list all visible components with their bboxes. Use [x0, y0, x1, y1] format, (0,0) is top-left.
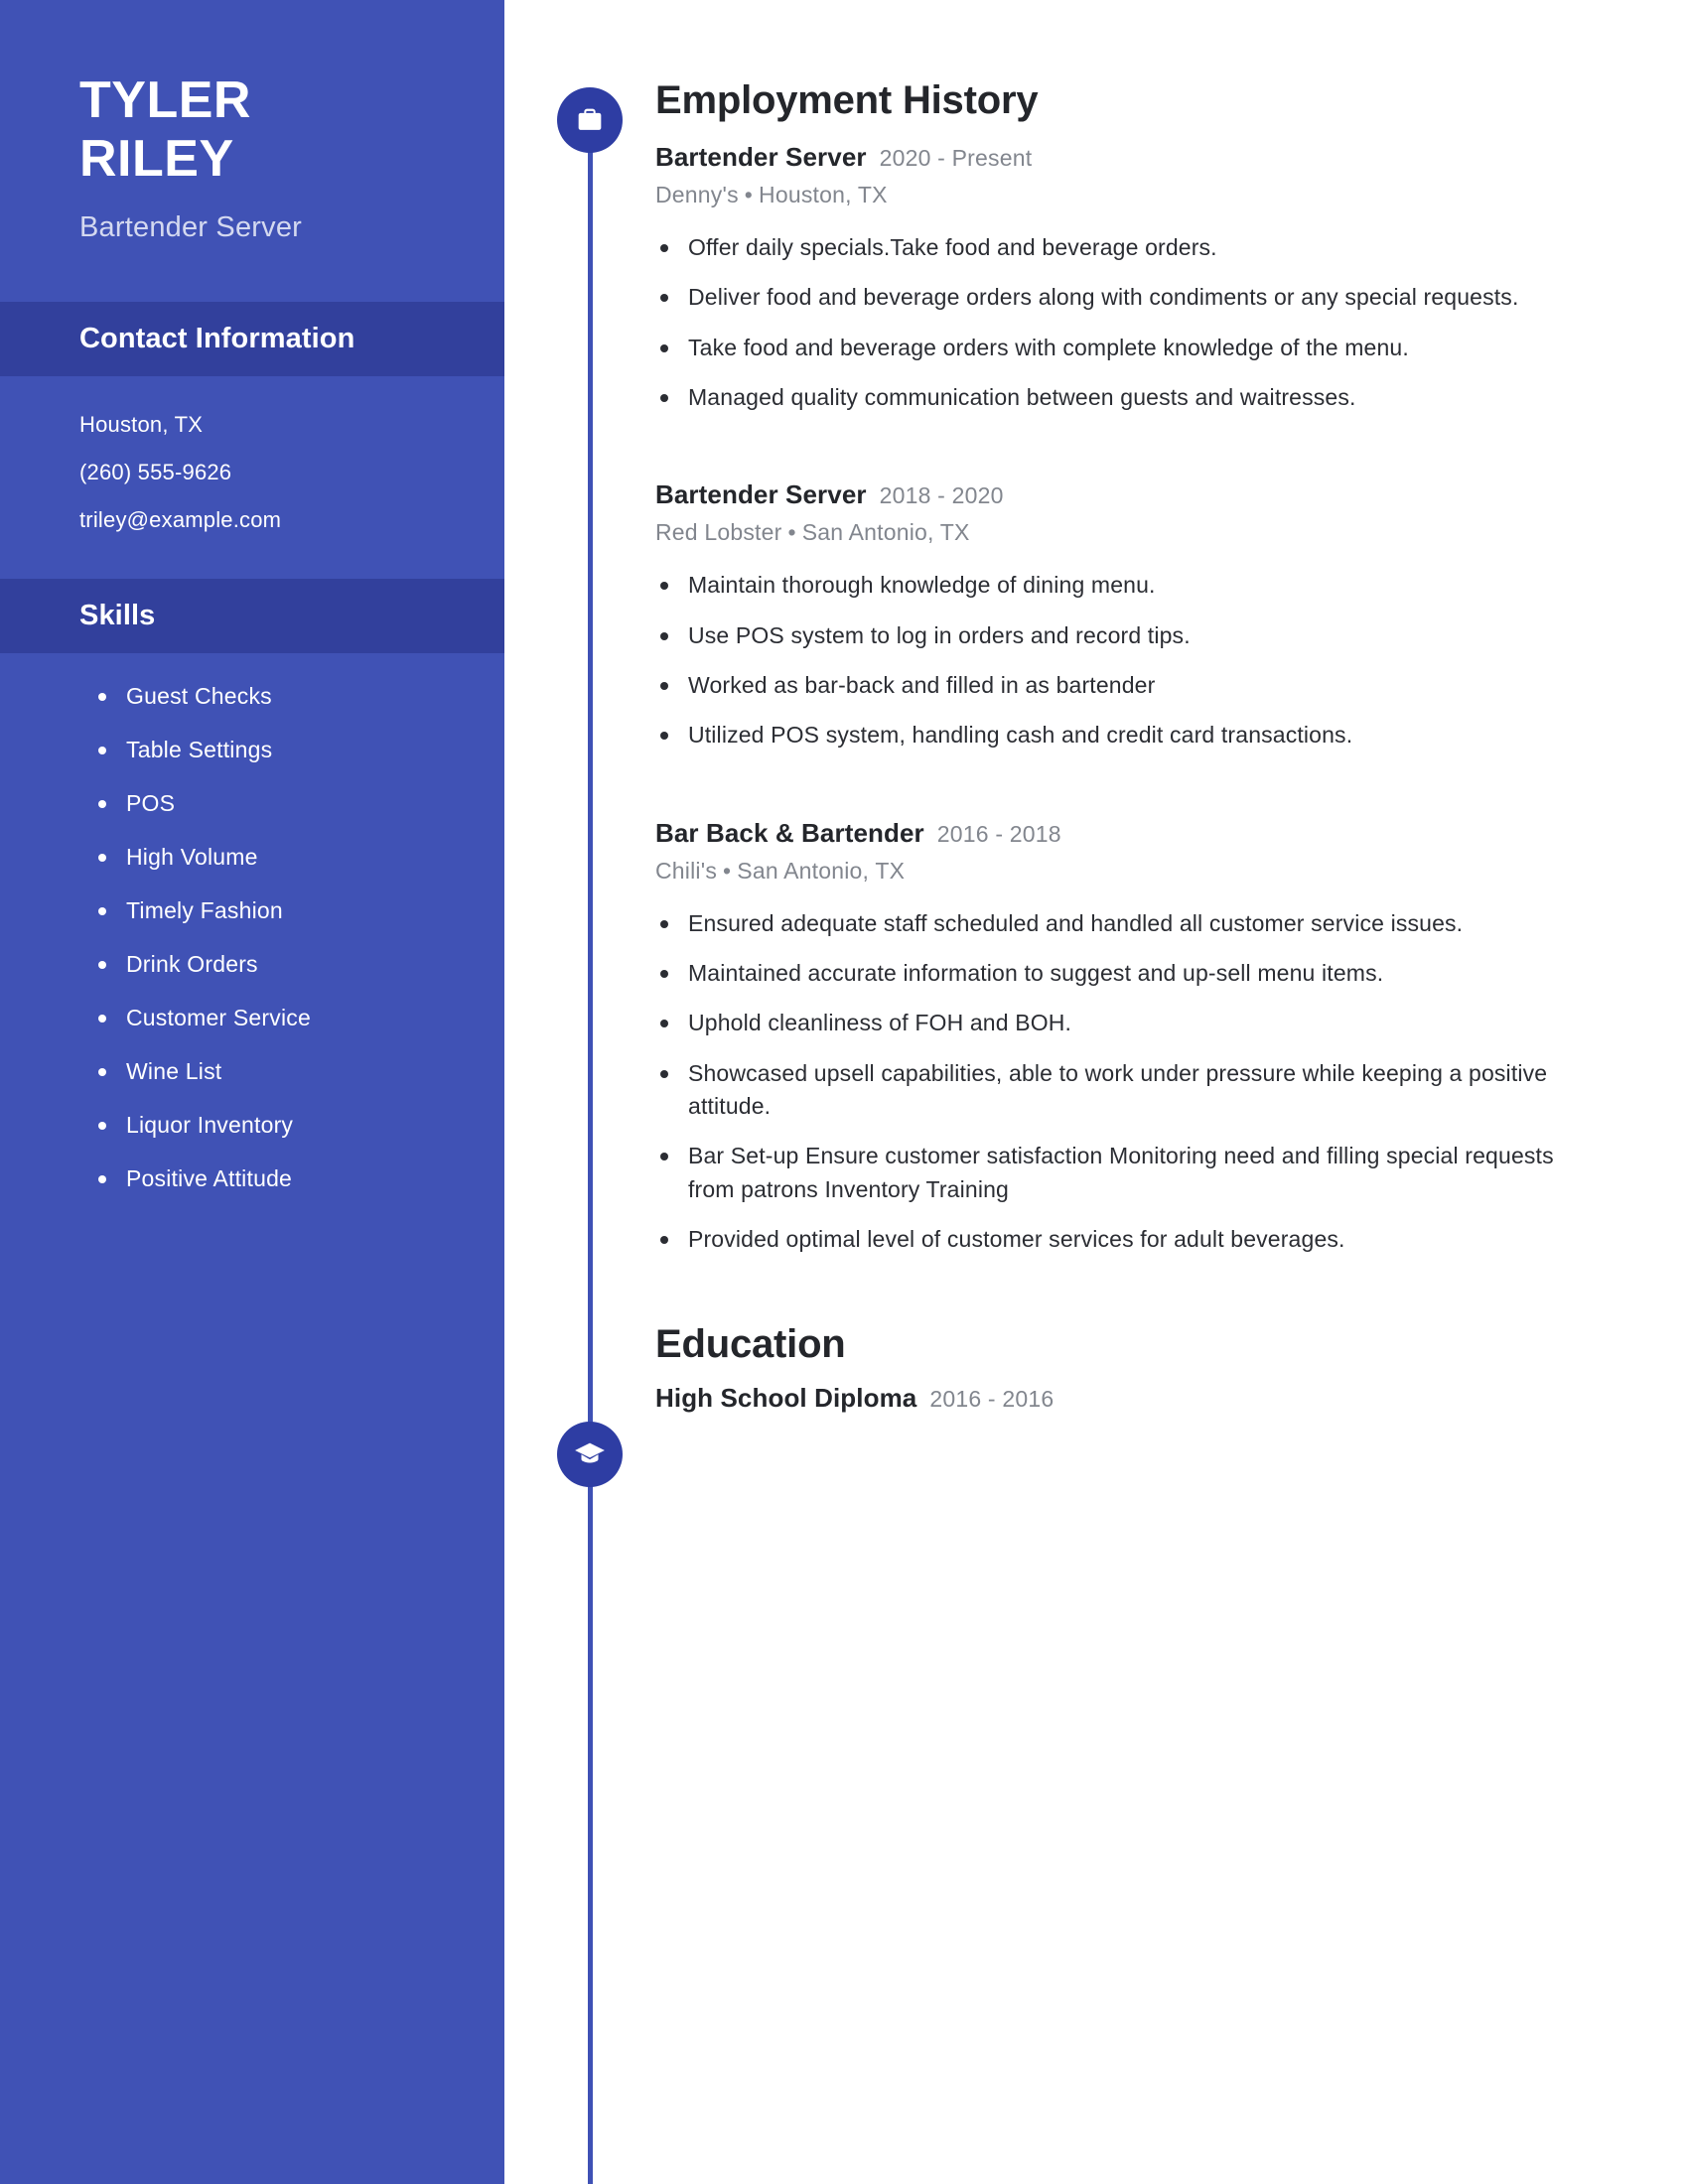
employment-role: Bartender Server — [655, 142, 867, 172]
bullet-item: Maintain thorough knowledge of dining me… — [655, 569, 1589, 602]
entry-spacer — [655, 769, 1589, 796]
employment-bullets: Maintain thorough knowledge of dining me… — [655, 569, 1589, 751]
employment-meta: Chili's • San Antonio, TX — [655, 858, 1589, 885]
bullet-item: Uphold cleanliness of FOH and BOH. — [655, 1007, 1589, 1039]
contact-location: Houston, TX — [79, 411, 204, 437]
contact-email[interactable]: triley@example.com — [79, 508, 504, 531]
sidebar-job-title: Bartender Server — [79, 210, 303, 243]
contact-information-header: Contact Information — [0, 301, 504, 376]
bullet-item: Ensured adequate staff scheduled and han… — [655, 907, 1589, 940]
education-title: Education — [655, 1321, 846, 1366]
skills-header: Skills — [0, 578, 504, 653]
employment-location: Houston, TX — [759, 182, 888, 207]
entry-spacer — [655, 431, 1589, 458]
bullet-item: Bar Set-up Ensure customer satisfaction … — [655, 1140, 1589, 1206]
employment-entry-head: Bartender Server 2020 - Present — [655, 142, 1589, 173]
employment-history-section: Employment History Bartender Server 2020… — [655, 0, 1589, 1257]
employment-entry: Bar Back & Bartender 2016 - 2018 Chili's… — [655, 818, 1589, 1257]
education-entry: High School Diploma 2016 - 2016 — [655, 1383, 1589, 1414]
skill-item: Customer Service — [94, 1005, 504, 1031]
skills-list: Guest Checks Table Settings POS High Vol… — [0, 653, 504, 1192]
skill-item: High Volume — [94, 844, 504, 871]
bullet-item: Worked as bar-back and filled in as bart… — [655, 669, 1589, 702]
employment-company: Chili's — [655, 857, 718, 884]
employment-company: Denny's — [655, 182, 739, 207]
employment-role: Bar Back & Bartender — [655, 817, 924, 848]
contact-phone[interactable]: (260) 555-9626 — [79, 461, 504, 483]
bullet-item: Take food and beverage orders with compl… — [655, 332, 1589, 364]
bullet-item: Provided optimal level of customer servi… — [655, 1223, 1589, 1256]
employment-bullets: Offer daily specials.Take food and bever… — [655, 231, 1589, 414]
employment-dates: 2020 - Present — [879, 145, 1033, 171]
timeline-line — [588, 119, 593, 2184]
skill-item: Wine List — [94, 1058, 504, 1085]
first-name: TYLER — [79, 71, 251, 129]
employment-meta: Red Lobster • San Antonio, TX — [655, 519, 1589, 546]
bullet-item: Use POS system to log in orders and reco… — [655, 619, 1589, 652]
skill-item: Positive Attitude — [94, 1165, 504, 1192]
contact-list: Houston, TX (260) 555-9626 triley@exampl… — [0, 376, 504, 531]
last-name: RILEY — [79, 130, 234, 189]
skill-item: POS — [94, 790, 504, 817]
employment-dates: 2016 - 2018 — [936, 820, 1061, 847]
bullet-item: Maintained accurate information to sugge… — [655, 957, 1589, 990]
skill-item: Guest Checks — [94, 683, 504, 710]
education-entry-head: High School Diploma 2016 - 2016 — [655, 1383, 1589, 1414]
meta-separator: • — [723, 857, 732, 884]
employment-dates: 2018 - 2020 — [879, 482, 1004, 509]
meta-separator: • — [744, 182, 754, 207]
employment-meta: Denny's • Houston, TX — [655, 182, 1589, 208]
employment-entry: Bartender Server 2018 - 2020 Red Lobster… — [655, 479, 1589, 751]
bullet-item: Offer daily specials.Take food and bever… — [655, 231, 1589, 264]
bullet-item: Showcased upsell capabilities, able to w… — [655, 1057, 1589, 1124]
employment-entry-head: Bartender Server 2018 - 2020 — [655, 479, 1589, 510]
employment-location: San Antonio, TX — [801, 519, 970, 546]
employment-company: Red Lobster — [655, 519, 782, 546]
employment-entry: Bartender Server 2020 - Present Denny's •… — [655, 142, 1589, 414]
bullet-item: Managed quality communication between gu… — [655, 381, 1589, 414]
skill-item: Timely Fashion — [94, 897, 504, 924]
employment-role: Bartender Server — [655, 479, 867, 510]
education-section: Education High School Diploma 2016 - 201… — [655, 1324, 1589, 1414]
resume-page: TYLER RILEY Bartender Server Contact Inf… — [0, 0, 1688, 2184]
skill-item: Table Settings — [94, 737, 504, 763]
skills-header-label: Skills — [79, 599, 156, 631]
employment-history-title: Employment History — [655, 78, 1039, 122]
graduation-cap-icon — [557, 1422, 623, 1487]
bullet-item: Deliver food and beverage orders along w… — [655, 281, 1589, 314]
main-content: Employment History Bartender Server 2020… — [655, 0, 1589, 1414]
briefcase-icon — [557, 87, 623, 153]
contact-information-header-label: Contact Information — [79, 322, 355, 354]
skill-item: Drink Orders — [94, 951, 504, 978]
name-block: TYLER RILEY Bartender Server — [0, 0, 504, 244]
education-dates: 2016 - 2016 — [929, 1385, 1055, 1412]
employment-entry-head: Bar Back & Bartender 2016 - 2018 — [655, 818, 1589, 849]
bullet-item: Utilized POS system, handling cash and c… — [655, 719, 1589, 751]
meta-separator: • — [787, 519, 796, 546]
sidebar: TYLER RILEY Bartender Server Contact Inf… — [0, 0, 504, 2184]
education-degree: High School Diploma — [655, 1382, 917, 1413]
employment-bullets: Ensured adequate staff scheduled and han… — [655, 907, 1589, 1257]
skill-item: Liquor Inventory — [94, 1112, 504, 1139]
employment-location: San Antonio, TX — [737, 857, 906, 884]
